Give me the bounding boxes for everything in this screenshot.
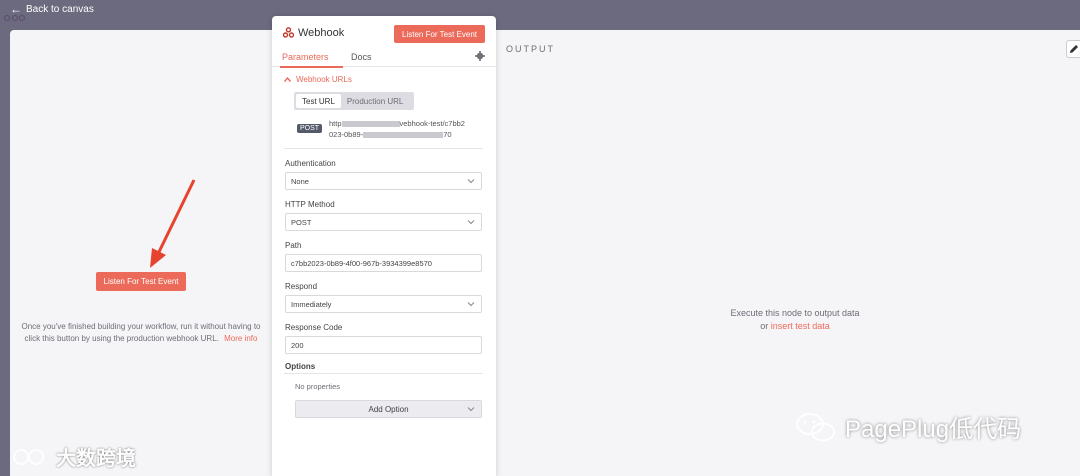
insert-test-data-link[interactable]: insert test data [771, 321, 830, 331]
divider [284, 148, 483, 149]
watermark-logo-icon [13, 448, 44, 465]
watermark-right-text: PagePlug低代码 [845, 416, 1022, 443]
listen-for-test-event-button-left[interactable]: Listen For Test Event [96, 272, 186, 291]
redacted-block [363, 132, 444, 139]
respond-label: Respond [285, 282, 318, 291]
chevron-down-icon [467, 407, 475, 412]
http-method-select[interactable]: POST [285, 213, 482, 231]
active-tab-indicator [280, 66, 343, 68]
response-code-label: Response Code [285, 323, 343, 332]
listen-for-test-event-button[interactable]: Listen For Test Event [394, 25, 485, 43]
production-url-tab[interactable]: Production URL [341, 94, 409, 108]
chevron-down-icon [467, 179, 475, 184]
response-code-input[interactable]: 200 [285, 336, 482, 354]
output-empty-message: Execute this node to output data or inse… [700, 307, 890, 333]
method-badge: POST [297, 124, 323, 133]
canvas-node-fragment-icon [4, 15, 25, 21]
add-option-dropdown[interactable]: Add Option [295, 400, 482, 418]
top-bar: ← Back to canvas [0, 0, 1080, 30]
annotation-arrow [150, 179, 196, 268]
respond-value: Immediately [291, 299, 332, 309]
url-start: http [329, 119, 342, 128]
path-label: Path [285, 241, 302, 250]
back-to-canvas-label: Back to canvas [26, 3, 94, 15]
webhook-urls-label: Webhook URLs [296, 75, 352, 84]
chevron-down-icon [467, 220, 475, 225]
tab-docs[interactable]: Docs [351, 52, 372, 62]
path-input[interactable]: c7bb2023-0b89-4f00-967b-3934399e8570 [285, 254, 482, 272]
chevron-down-icon [467, 302, 475, 307]
output-or-text: or [760, 321, 769, 331]
webhook-node-panel: Webhook Listen For Test Event Parameters… [272, 16, 496, 476]
webhook-urls-toggle[interactable]: Webhook URLs [284, 75, 352, 84]
watermark-left-text: 大数跨境 [56, 448, 136, 470]
chevron-up-icon [284, 77, 291, 82]
url-mid: vebhook-test/c7bb2 [399, 119, 465, 128]
test-url-tab[interactable]: Test URL [296, 94, 341, 108]
wechat-icon [796, 412, 835, 441]
pencil-icon [1070, 45, 1078, 53]
http-method-label: HTTP Method [285, 200, 335, 209]
no-properties-text: No properties [295, 382, 341, 391]
webhook-url-text[interactable]: http vebhook-test/c7bb2 023-0b89- 70 [329, 118, 489, 140]
add-option-label: Add Option [368, 404, 409, 414]
redacted-block [341, 121, 400, 128]
node-tabs: Parameters Docs [272, 48, 496, 68]
authentication-value: None [291, 176, 309, 186]
gear-icon[interactable] [475, 51, 485, 61]
more-info-link[interactable]: More info [224, 334, 257, 343]
tab-parameters[interactable]: Parameters [282, 52, 329, 62]
watermark-right: PagePlug低代码 [795, 409, 1021, 444]
watermark-left: 大数跨境 [12, 442, 136, 471]
production-url-note: Once you've finished building your workf… [18, 321, 264, 345]
edit-output-button[interactable] [1066, 40, 1080, 58]
authentication-select[interactable]: None [285, 172, 482, 190]
webhook-icon [283, 27, 294, 38]
response-code-value: 200 [291, 340, 304, 350]
http-method-value: POST [291, 217, 312, 227]
output-message-line: Execute this node to output data [730, 308, 860, 318]
url-line2-end: 70 [443, 130, 452, 139]
node-title[interactable]: Webhook [298, 27, 344, 39]
divider [284, 373, 483, 374]
authentication-label: Authentication [285, 159, 336, 168]
path-value: c7bb2023-0b89-4f00-967b-3934399e8570 [291, 258, 432, 268]
url-type-toggle: Test URL Production URL [294, 92, 414, 110]
url-line2-start: 023-0b89- [329, 130, 364, 139]
options-label: Options [285, 362, 316, 371]
output-title: OUTPUT [506, 44, 555, 54]
node-header: Webhook Listen For Test Event [272, 16, 496, 46]
respond-select[interactable]: Immediately [285, 295, 482, 313]
